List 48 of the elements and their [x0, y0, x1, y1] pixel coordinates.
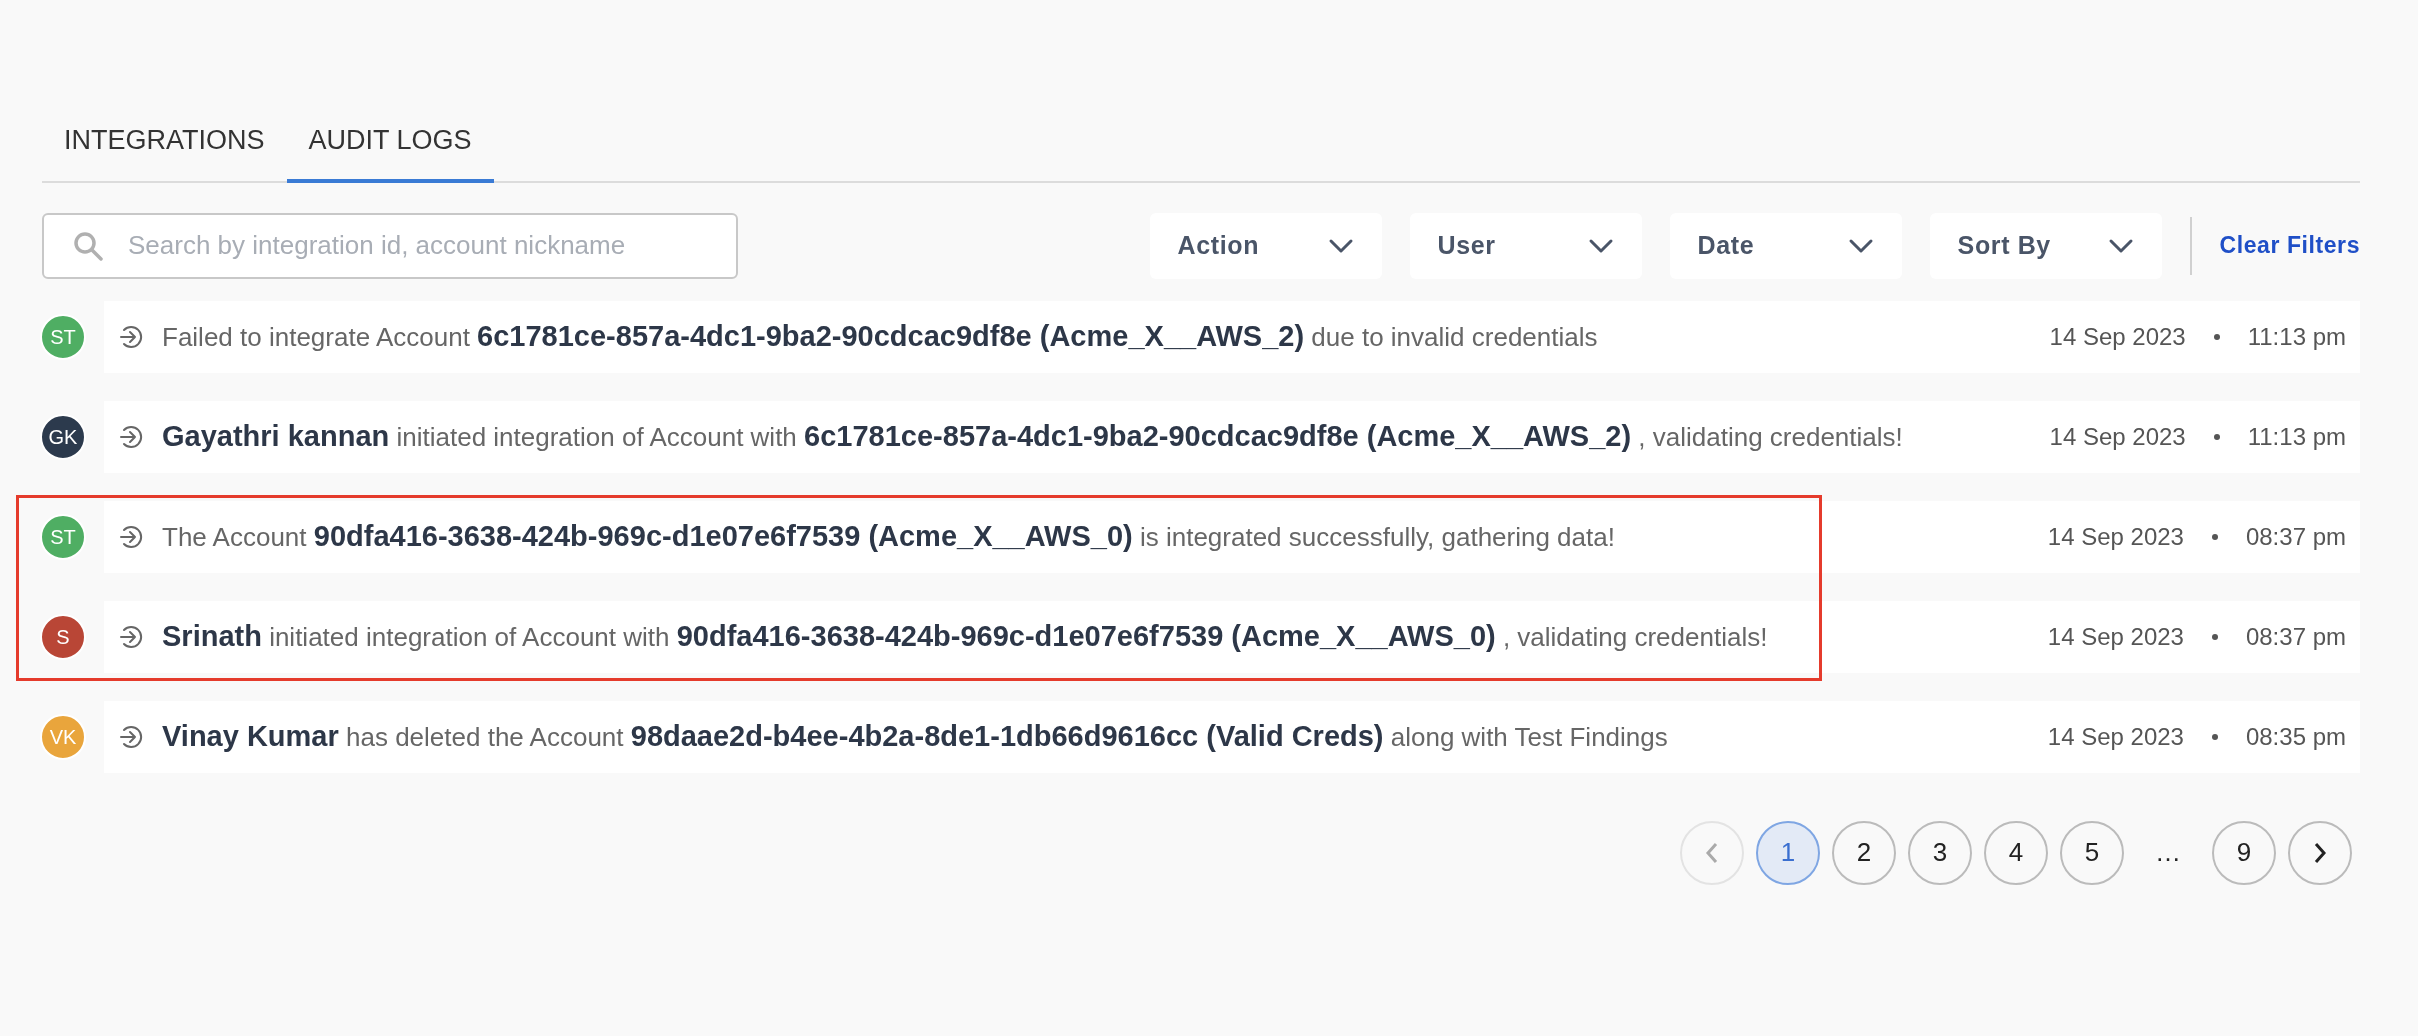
user-avatar: GK [40, 413, 86, 460]
log-date: 14 Sep 2023 [2047, 521, 2184, 552]
chevron-down-icon [2107, 237, 2134, 254]
pagination-ellipsis: … [2154, 836, 2182, 869]
log-message: The Account 90dfa416-3638-424b-969c-d1e07e6f7539 (Acme_X__AWS_0) is integrated successfully, gathering data! [162, 518, 1616, 554]
log-date: 14 Sep 2023 [2047, 621, 2184, 652]
log-date: 14 Sep 2023 [2049, 421, 2186, 452]
search-field[interactable]: Search by integration id, account nickname [42, 212, 738, 279]
log-message: Failed to integrate Account 6c1781ce-857a-4dc1-9ba2-90cdcac9df8e (Acme_X__AWS_2) due to invalid credentials [162, 318, 1599, 354]
arrow-circle-icon [118, 523, 144, 550]
arrow-circle-icon [118, 423, 144, 450]
user-avatar: S [40, 613, 86, 660]
page-button[interactable]: 9 [2212, 820, 2276, 885]
arrow-circle-icon [118, 323, 144, 350]
next-page-button[interactable] [2288, 820, 2352, 885]
filter-dropdown[interactable]: Sort By [1929, 212, 2162, 279]
page-button[interactable]: 2 [1832, 820, 1896, 885]
user-avatar: ST [40, 313, 86, 360]
tab[interactable]: AUDIT LOGS [286, 110, 494, 183]
chevron-down-icon [1847, 237, 1874, 254]
log-time: 11:13 pm [2247, 421, 2346, 452]
log-time: 08:35 pm [2245, 721, 2346, 752]
tab[interactable]: INTEGRATIONS [42, 110, 287, 183]
page-button[interactable]: 5 [2060, 820, 2124, 885]
log-time: 08:37 pm [2245, 621, 2346, 652]
page-button[interactable]: 4 [1984, 820, 2048, 885]
filter-dropdown[interactable]: Date [1669, 212, 1902, 279]
filter-dropdown[interactable]: User [1409, 212, 1642, 279]
arrow-circle-icon [118, 623, 144, 650]
filter-dropdown[interactable]: Action [1149, 212, 1382, 279]
clear-filters-link[interactable]: Clear Filters [2219, 228, 2360, 263]
user-avatar: ST [40, 513, 86, 560]
chevron-down-icon [1327, 237, 1354, 254]
user-avatar: VK [40, 713, 86, 760]
log-message: Srinath initiated integration of Account with 90dfa416-3638-424b-969c-d1e07e6f7539 (Acme_X__AWS_0) , validating credentials! [162, 618, 1769, 654]
log-time: 08:37 pm [2245, 521, 2346, 552]
chevron-left-icon [1704, 840, 1720, 865]
page-button[interactable]: 1 [1756, 820, 1820, 885]
log-time: 11:13 pm [2247, 321, 2346, 352]
log-date: 14 Sep 2023 [2049, 321, 2186, 352]
arrow-circle-icon [118, 723, 144, 750]
page-button[interactable]: 3 [1908, 820, 1972, 885]
log-message: Gayathri kannan initiated integration of Account with 6c1781ce-857a-4dc1-9ba2-90cdcac9df8e (Acme_X__AWS_2) , validating credentials! [162, 418, 1904, 454]
chevron-down-icon [1587, 237, 1614, 254]
log-date: 14 Sep 2023 [2047, 721, 2184, 752]
chevron-right-icon [2312, 840, 2328, 865]
log-message: Vinay Kumar has deleted the Account 98daae2d-b4ee-4b2a-8de1-1db66d9616cc (Valid Creds) along with Test Findings [162, 718, 1669, 754]
search-icon [72, 229, 104, 262]
